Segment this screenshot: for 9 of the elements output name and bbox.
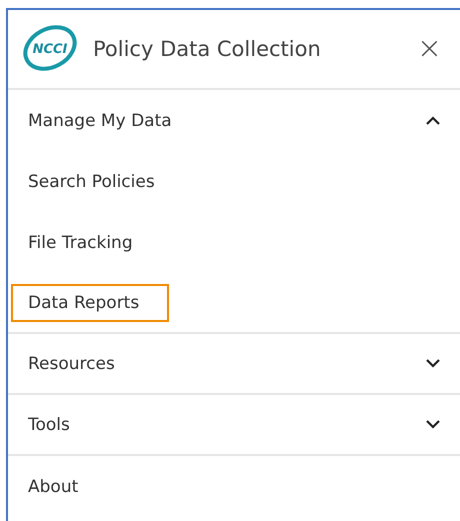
menu-item[interactable]: Manage My Data: [28, 110, 426, 130]
submenu-item[interactable]: Data Reports: [11, 284, 170, 322]
menu-item[interactable]: Resources: [28, 354, 426, 374]
panel-title: Policy Data Collection: [93, 37, 322, 61]
submenu-item[interactable]: Search Policies: [11, 162, 185, 200]
submenu-item[interactable]: File Tracking: [11, 224, 163, 262]
close-button[interactable]: ×: [412, 34, 446, 64]
menu-item[interactable]: About: [28, 476, 440, 496]
menu-item[interactable]: Tools: [28, 414, 426, 434]
